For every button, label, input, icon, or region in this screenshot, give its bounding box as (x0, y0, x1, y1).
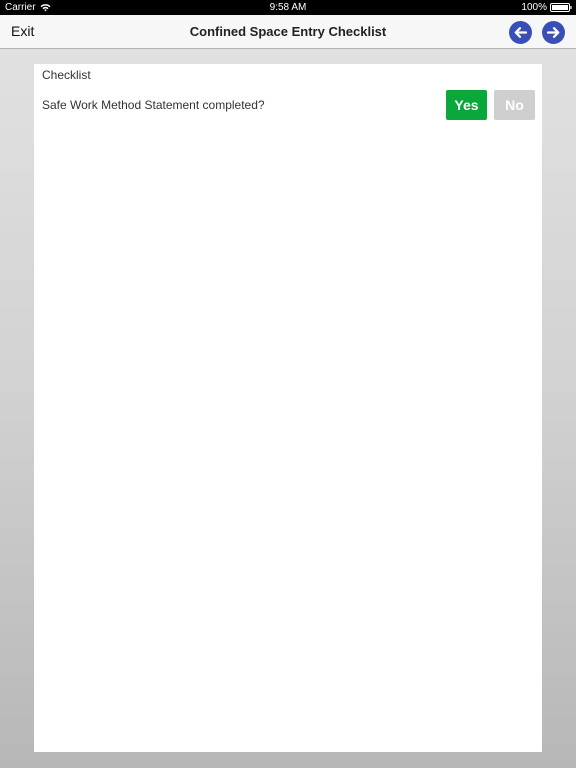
navigation-bar: Exit Confined Space Entry Checklist (0, 15, 576, 49)
arrow-left-icon (514, 27, 528, 38)
status-time: 9:58 AM (269, 2, 307, 13)
question-text: Safe Work Method Statement completed? (42, 98, 265, 112)
section-header: Checklist (42, 68, 91, 82)
status-bar: Carrier 9:58 AM 100% (0, 0, 576, 15)
battery-percentage: 100% (521, 2, 547, 13)
back-button[interactable] (509, 21, 532, 44)
status-battery-group: 100% (521, 0, 572, 15)
checklist-panel: Checklist Safe Work Method Statement com… (34, 64, 542, 752)
arrow-right-icon (546, 27, 560, 38)
forward-button[interactable] (542, 21, 565, 44)
page-title: Confined Space Entry Checklist (189, 24, 387, 39)
no-button[interactable]: No (494, 90, 535, 120)
yes-button[interactable]: Yes (446, 90, 487, 120)
checklist-item: Safe Work Method Statement completed? Ye… (34, 90, 542, 120)
battery-icon (550, 3, 572, 12)
